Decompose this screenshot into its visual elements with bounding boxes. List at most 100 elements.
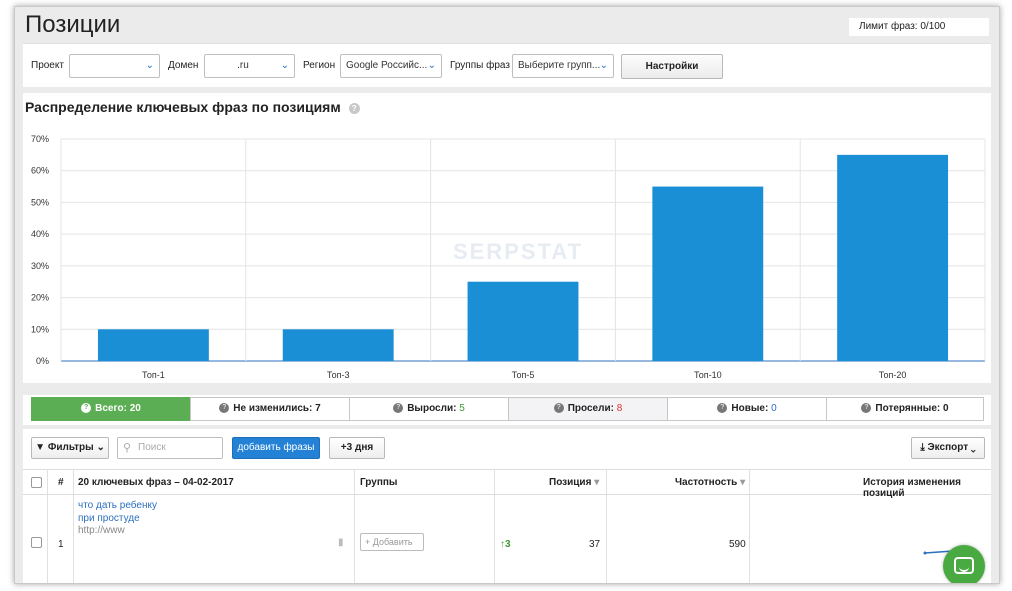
position-value: 37 xyxy=(589,539,601,550)
project-label: Проект xyxy=(31,60,64,71)
tab-new-count: 0 xyxy=(771,403,777,414)
filter-icon: ▼ xyxy=(35,442,46,453)
phrase-limit: Лимит фраз: 0/100 xyxy=(849,18,989,36)
y-tick-label: 30% xyxy=(31,261,49,271)
tab-fell[interactable]: ? Просели: 8 xyxy=(508,397,668,421)
tab-lost[interactable]: ? Потерянные: 0 xyxy=(826,397,984,421)
domain-value: .ru xyxy=(237,60,249,71)
position-change: ↑3 xyxy=(500,539,511,550)
column-divider xyxy=(606,469,607,583)
y-tick-label: 50% xyxy=(31,197,49,207)
tab-all-label: Всего: xyxy=(95,403,127,414)
chevron-down-icon: ⌄ xyxy=(280,60,289,71)
col-frequency-label: Частотность xyxy=(675,477,738,488)
plus-3-days-button[interactable]: +3 дня xyxy=(329,437,385,459)
region-value: Google Российс... xyxy=(346,60,428,71)
tab-new[interactable]: ? Новые: 0 xyxy=(667,397,827,421)
app-frame: Позиции Лимит фраз: 0/100 Проект ⌄ Домен… xyxy=(14,6,1000,584)
bar xyxy=(467,281,579,361)
chevron-down-icon: ⌄ xyxy=(96,442,105,453)
chat-icon xyxy=(954,557,974,574)
help-icon[interactable]: ? xyxy=(348,102,360,114)
page-title: Позиции xyxy=(25,11,121,38)
serpstat-watermark: SERPSTAT xyxy=(453,239,583,264)
select-all-checkbox[interactable] xyxy=(31,477,42,488)
filters-button[interactable]: ▼ Фильтры ⌄ xyxy=(31,437,109,459)
chart-panel: Распределение ключевых фраз по позициям?… xyxy=(23,93,991,383)
bar xyxy=(97,329,209,361)
help-icon: ? xyxy=(861,403,872,414)
column-divider xyxy=(494,469,495,583)
search-placeholder: Поиск xyxy=(138,442,166,453)
keywords-table-area: ▼ Фильтры ⌄ ⚲ Поиск добавить фразы +3 дня… xyxy=(23,429,991,583)
y-tick-label: 70% xyxy=(31,134,49,144)
col-position-label: Позиция xyxy=(549,477,592,488)
col-frequency[interactable]: Частотность ▾ xyxy=(675,477,745,488)
help-icon: ? xyxy=(717,403,728,414)
tab-unchanged[interactable]: ? Не изменились: 7 xyxy=(190,397,350,421)
tab-fell-count: 8 xyxy=(616,403,623,414)
tab-unchanged-label: Не изменились: xyxy=(233,403,313,414)
bar-chart-icon[interactable]: ▮ xyxy=(338,537,344,548)
chevron-down-icon: ⌄ xyxy=(970,442,976,453)
chevron-down-icon: ⌄ xyxy=(599,60,608,71)
domain-select[interactable]: .ru ⌄ xyxy=(204,54,295,78)
row-num: 1 xyxy=(58,539,64,550)
status-filter-tabs: ? Всего: 20 ? Не изменились: 7 ? Выросли: 5… xyxy=(23,395,991,425)
download-icon: ⤓ xyxy=(920,442,925,453)
frequency-value: 590 xyxy=(729,539,746,550)
position-distribution-chart: SERPSTAT 0% 10% 20% 30% 40% 50% 60% 70% Топ-1 Топ… xyxy=(31,134,986,380)
column-divider xyxy=(73,469,74,583)
keyword-link[interactable]: что дать ребенку при простуде xyxy=(78,499,157,525)
settings-button[interactable]: Настройки xyxy=(621,54,723,79)
help-icon: ? xyxy=(553,403,564,414)
sort-icon: ▾ xyxy=(740,477,746,488)
table-header: # 20 ключевых фраз – 04-02-2017 Группы П… xyxy=(23,469,991,499)
tab-new-label: Новые: xyxy=(731,403,769,414)
tab-rose[interactable]: ? Выросли: 5 xyxy=(349,397,509,421)
filters-button-label: Фильтры xyxy=(47,442,94,453)
tab-all[interactable]: ? Всего: 20 xyxy=(31,397,191,421)
tab-unchanged-count: 7 xyxy=(315,403,321,414)
domain-label: Домен xyxy=(168,60,199,71)
y-tick-label: 20% xyxy=(31,293,49,303)
groups-label: Группы фраз xyxy=(450,60,510,71)
chart-title: Распределение ключевых фраз по позициям? xyxy=(25,99,360,115)
add-group-button[interactable]: + Добавить xyxy=(360,533,424,551)
chat-widget-button[interactable] xyxy=(943,545,985,583)
col-position[interactable]: Позиция ▾ xyxy=(549,477,599,488)
region-label: Регион xyxy=(303,60,336,71)
col-num: # xyxy=(58,477,64,488)
tab-lost-label: Потерянные: xyxy=(875,403,941,414)
keyword-line: что дать ребенку xyxy=(78,500,157,511)
x-tick-label: Топ-20 xyxy=(879,370,907,380)
region-select[interactable]: Google Российс... ⌄ xyxy=(340,54,442,78)
bar xyxy=(282,329,394,361)
export-button-label: Экспорт xyxy=(927,442,969,453)
y-tick-label: 0% xyxy=(36,356,49,366)
column-divider xyxy=(354,469,355,583)
bar xyxy=(837,154,949,361)
add-phrases-button[interactable]: добавить фразы xyxy=(232,437,320,459)
groups-value: Выберите групп... xyxy=(518,60,601,71)
column-divider xyxy=(749,469,750,583)
y-tick-label: 40% xyxy=(31,229,49,239)
x-tick-label: Топ-10 xyxy=(694,370,722,380)
project-select[interactable]: ⌄ xyxy=(69,54,160,78)
tab-lost-count: 0 xyxy=(943,403,949,414)
help-icon: ? xyxy=(81,403,92,414)
export-button[interactable]: ⤓ Экспорт ⌄ xyxy=(911,437,985,459)
groups-select[interactable]: Выберите групп... ⌄ xyxy=(512,54,614,78)
keyword-url[interactable]: http://www xyxy=(78,525,125,536)
tab-rose-count: 5 xyxy=(459,403,465,414)
y-tick-label: 60% xyxy=(31,166,49,176)
tab-all-count: 20 xyxy=(129,403,141,414)
search-icon: ⚲ xyxy=(123,442,132,454)
chevron-down-icon: ⌄ xyxy=(145,60,154,71)
column-divider xyxy=(47,469,48,583)
row-checkbox[interactable] xyxy=(31,537,42,548)
chevron-down-icon: ⌄ xyxy=(427,60,436,71)
search-input[interactable]: ⚲ Поиск xyxy=(117,437,223,459)
help-icon: ? xyxy=(393,403,404,414)
y-tick-label: 10% xyxy=(31,324,49,334)
